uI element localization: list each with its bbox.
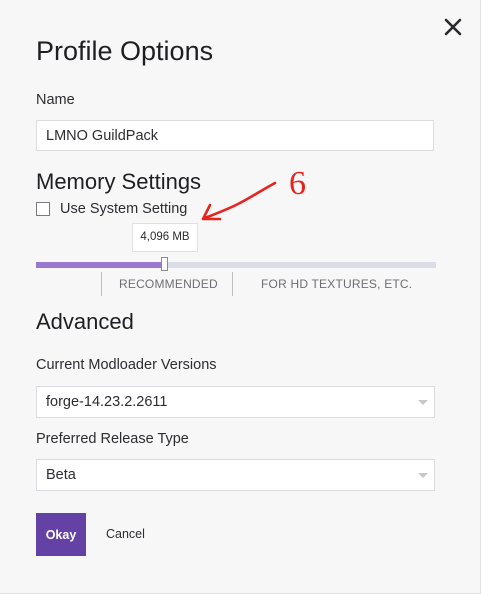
chevron-down-icon bbox=[418, 473, 428, 478]
name-input[interactable] bbox=[36, 120, 434, 151]
modloader-value: forge-14.23.2.2611 bbox=[46, 394, 168, 410]
memory-slider-fill bbox=[36, 262, 164, 268]
advanced-heading: Advanced bbox=[36, 309, 134, 334]
name-label: Name bbox=[36, 92, 75, 108]
use-system-setting-checkbox[interactable] bbox=[36, 202, 50, 216]
release-type-select[interactable]: Beta bbox=[36, 459, 435, 491]
dialog-title: Profile Options bbox=[36, 36, 214, 66]
modloader-select[interactable]: forge-14.23.2.2611 bbox=[36, 386, 435, 418]
annotation-number: 6 bbox=[289, 165, 306, 202]
memory-slider-thumb[interactable] bbox=[161, 257, 168, 271]
memory-value-tooltip: 4,096 MB bbox=[132, 223, 198, 252]
cancel-button[interactable]: Cancel bbox=[98, 513, 153, 556]
release-type-label: Preferred Release Type bbox=[36, 431, 189, 447]
chevron-down-icon bbox=[418, 400, 428, 405]
slider-mark-divider bbox=[101, 272, 102, 296]
slider-mark-divider bbox=[232, 272, 233, 296]
modloader-label: Current Modloader Versions bbox=[36, 357, 217, 373]
close-button[interactable] bbox=[440, 14, 466, 40]
recommended-mark-label: RECOMMENDED bbox=[119, 277, 218, 291]
hd-textures-mark-label: FOR HD TEXTURES, ETC. bbox=[261, 277, 413, 291]
red-arrow-annotation: 6 bbox=[201, 165, 306, 221]
close-icon bbox=[444, 18, 462, 36]
okay-button[interactable]: Okay bbox=[36, 513, 86, 556]
memory-slider-track[interactable] bbox=[36, 262, 436, 268]
release-type-value: Beta bbox=[46, 467, 76, 483]
memory-settings-heading: Memory Settings bbox=[36, 169, 202, 194]
use-system-setting-label: Use System Setting bbox=[60, 201, 188, 217]
profile-options-dialog: Profile Options Name Memory Settings Use… bbox=[0, 0, 481, 594]
